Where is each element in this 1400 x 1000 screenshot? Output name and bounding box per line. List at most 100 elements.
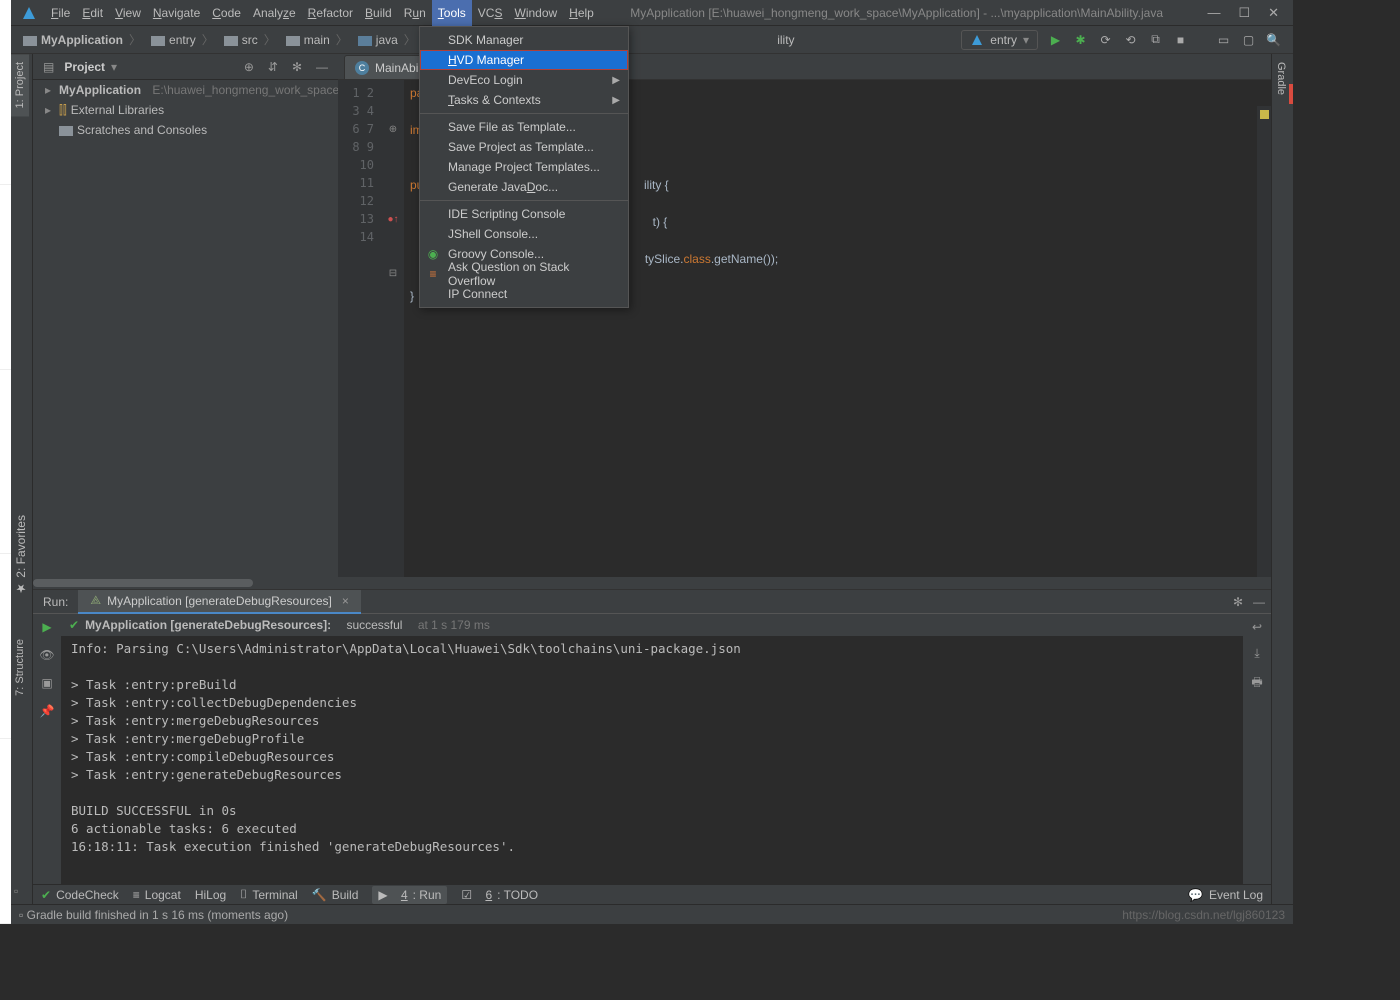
- tree-scratches[interactable]: Scratches and Consoles: [33, 120, 338, 140]
- close-icon[interactable]: ✕: [1268, 5, 1279, 21]
- sdk-icon[interactable]: ▢: [1241, 32, 1256, 47]
- watermark-text: https://blog.csdn.net/lgj860123: [1122, 908, 1285, 922]
- menu-jshell[interactable]: JShell Console...: [420, 224, 628, 244]
- menu-deveco-login[interactable]: DevEco Login▶: [420, 70, 628, 90]
- close-tab-icon[interactable]: ×: [342, 594, 349, 608]
- status-icon: ▫: [19, 908, 23, 922]
- title-bar: File Edit View Navigate Code Analyze Ref…: [11, 0, 1293, 26]
- filter-icon[interactable]: 👁: [39, 648, 54, 662]
- error-stripe[interactable]: [1257, 106, 1271, 589]
- stop-icon[interactable]: ■: [1173, 32, 1188, 47]
- sidetab-project[interactable]: 1: Project: [11, 54, 29, 116]
- menu-ip-connect[interactable]: IP Connect: [420, 284, 628, 304]
- print-icon[interactable]: 🖶: [1251, 673, 1262, 694]
- inspection-indicator-icon[interactable]: [1260, 110, 1269, 119]
- left-tool-gutter: 1: Project ★2: Favorites 7: Structure ▫: [11, 54, 33, 904]
- menu-ide-scripting[interactable]: IDE Scripting Console: [420, 204, 628, 224]
- crumb-main[interactable]: main〉: [282, 31, 354, 48]
- menu-save-project-template[interactable]: Save Project as Template...: [420, 137, 628, 157]
- run-hide-icon[interactable]: —: [1253, 595, 1265, 609]
- menu-help[interactable]: Help: [563, 0, 600, 26]
- hide-icon[interactable]: —: [312, 60, 332, 74]
- menu-save-file-template[interactable]: Save File as Template...: [420, 117, 628, 137]
- menu-build[interactable]: Build: [359, 0, 398, 26]
- minimize-icon[interactable]: —: [1207, 5, 1220, 20]
- right-tool-gutter: Gradle: [1271, 54, 1293, 904]
- run-config-selector[interactable]: entry▾: [961, 30, 1038, 50]
- menu-tasks-contexts[interactable]: Tasks & Contexts▶: [420, 90, 628, 110]
- settings-icon[interactable]: ✻: [288, 60, 306, 74]
- run-settings-icon[interactable]: ✻: [1233, 595, 1243, 609]
- menu-analyze[interactable]: Analyze: [247, 0, 302, 26]
- tree-external-libs[interactable]: ▸⫿⫿External Libraries: [33, 100, 338, 120]
- bt-todo[interactable]: ☑ 6: TODO: [461, 888, 538, 902]
- menu-window[interactable]: Window: [508, 0, 563, 26]
- maximize-icon[interactable]: ☐: [1238, 5, 1250, 21]
- tool-window-icon[interactable]: ▫: [14, 884, 18, 898]
- menu-sdk-manager[interactable]: SDK Manager: [420, 30, 628, 50]
- soft-wrap-icon[interactable]: ↩: [1252, 620, 1262, 634]
- search-icon[interactable]: 🔍: [1266, 32, 1281, 47]
- project-view-icon[interactable]: ▤: [39, 60, 58, 74]
- avd-icon[interactable]: ▭: [1216, 32, 1231, 47]
- sidetab-structure[interactable]: 7: Structure: [11, 631, 29, 704]
- menu-run[interactable]: Run: [398, 0, 432, 26]
- sidetab-favorites[interactable]: ★2: Favorites: [11, 507, 31, 604]
- menu-stackoverflow[interactable]: ≡Ask Question on Stack Overflow: [420, 264, 628, 284]
- menu-refactor[interactable]: Refactor: [302, 0, 359, 26]
- status-bar: ▫ Gradle build finished in 1 s 16 ms (mo…: [11, 904, 1293, 924]
- run-icon[interactable]: ▶: [1048, 32, 1063, 47]
- scroll-end-icon[interactable]: ⤓: [1254, 646, 1259, 661]
- editor-hscrollbar[interactable]: [33, 577, 1271, 589]
- bt-run[interactable]: ▶ 4: Run: [372, 886, 447, 904]
- crumb-project[interactable]: MyApplication〉: [19, 31, 147, 48]
- expand-icon[interactable]: ▣: [41, 676, 52, 690]
- project-panel-title: Project: [64, 60, 105, 74]
- crumb-src[interactable]: src〉: [220, 31, 282, 48]
- java-class-icon: C: [355, 61, 369, 75]
- menu-navigate[interactable]: Navigate: [147, 0, 206, 26]
- bt-logcat[interactable]: ≡Logcat: [133, 888, 181, 902]
- app-logo-icon: [21, 5, 37, 21]
- bt-codecheck[interactable]: ✔CodeCheck: [41, 888, 119, 902]
- line-numbers: 1 2 3 4 6 7 8 9 10 11 12 13 14: [338, 80, 382, 589]
- menu-edit[interactable]: Edit: [76, 0, 109, 26]
- menu-code[interactable]: Code: [206, 0, 247, 26]
- pin-icon[interactable]: 📌: [40, 704, 55, 718]
- menu-view[interactable]: View: [109, 0, 147, 26]
- locate-icon[interactable]: ⊕: [240, 60, 258, 74]
- success-icon: ✔: [69, 618, 79, 632]
- tree-root[interactable]: ▸MyApplication E:\huawei_hongmeng_work_s…: [33, 80, 338, 100]
- bt-hilog[interactable]: HiLog: [195, 888, 226, 902]
- crumb-entry[interactable]: entry〉: [147, 31, 220, 48]
- run-console[interactable]: Info: Parsing C:\Users\Administrator\App…: [61, 636, 1243, 884]
- sidetab-gradle[interactable]: Gradle: [1272, 54, 1290, 103]
- bt-build[interactable]: 🔨Build: [312, 888, 359, 902]
- attach-icon[interactable]: ⧉: [1148, 32, 1163, 47]
- bt-terminal[interactable]: ⌷Terminal: [240, 887, 298, 902]
- coverage-icon[interactable]: ⟳: [1098, 32, 1113, 47]
- run-result-row: ✔ MyApplication [generateDebugResources]…: [61, 614, 1243, 636]
- rerun-icon[interactable]: ▶: [42, 620, 51, 634]
- bottom-toolbar: ✔CodeCheck ≡Logcat HiLog ⌷Terminal 🔨Buil…: [33, 884, 1271, 904]
- run-tab[interactable]: ⟁ MyApplication [generateDebugResources]…: [78, 590, 361, 614]
- project-tree[interactable]: ▸MyApplication E:\huawei_hongmeng_work_s…: [33, 80, 338, 589]
- run-panel-label: Run:: [33, 595, 78, 609]
- crumb-trail: ility: [773, 33, 798, 47]
- menu-hvd-manager[interactable]: HVD Manager: [420, 50, 628, 70]
- project-panel-header: ▤ Project ▾ ⊕ ⇵ ✻ —: [33, 54, 338, 80]
- collapse-icon[interactable]: ⇵: [264, 60, 282, 74]
- menu-generate-javadoc[interactable]: Generate JavaDoc...: [420, 177, 628, 197]
- menu-manage-templates[interactable]: Manage Project Templates...: [420, 157, 628, 177]
- menu-tools[interactable]: Tools: [432, 0, 472, 26]
- gutter-icons: ⊕ ●↑ ⊟: [382, 80, 404, 589]
- crumb-java[interactable]: java〉: [354, 31, 422, 48]
- menu-file[interactable]: File: [45, 0, 76, 26]
- profiler-icon[interactable]: ⟲: [1123, 32, 1138, 47]
- run-panel: Run: ⟁ MyApplication [generateDebugResou…: [33, 589, 1271, 884]
- tools-menu-dropdown: SDK Manager HVD Manager DevEco Login▶ Ta…: [419, 26, 629, 308]
- bt-eventlog[interactable]: 💬Event Log: [1188, 888, 1263, 902]
- run-right-toolbar: ↩ ⤓ 🖶: [1243, 614, 1271, 884]
- debug-icon[interactable]: ✱: [1073, 32, 1088, 47]
- menu-vcs[interactable]: VCS: [472, 0, 509, 26]
